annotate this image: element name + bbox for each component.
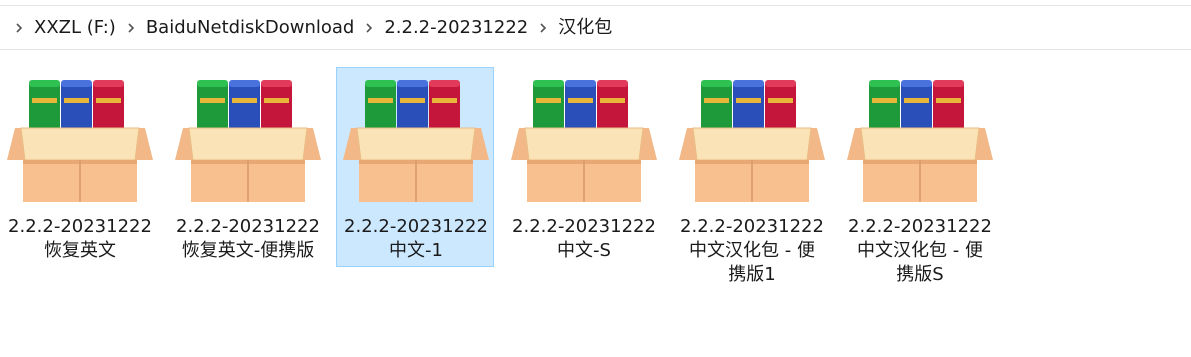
breadcrumb-item-download[interactable]: BaiduNetdiskDownload [142, 18, 359, 37]
archive-box-with-books-icon [175, 78, 321, 202]
archive-box-with-books-icon [343, 78, 489, 202]
file-name-line: 恢复英文-便携版 [181, 240, 315, 261]
file-name-label: 2.2.2-20231222 中文-1 [337, 215, 495, 263]
breadcrumb-item-drive[interactable]: XXZL (F:) [30, 18, 120, 37]
address-breadcrumb: XXZL (F:) BaiduNetdiskDownload 2.2.2-202… [0, 5, 1191, 50]
file-name-line: 中文-1 [389, 240, 443, 261]
file-item[interactable]: 2.2.2-20231222 中文-1 [336, 67, 494, 267]
file-name-line: 携版1 [728, 264, 776, 285]
file-name-line: 携版S [896, 264, 944, 285]
breadcrumb-item-version[interactable]: 2.2.2-20231222 [380, 18, 532, 37]
file-name-line: 恢复英文 [44, 240, 116, 261]
archive-box-with-books-icon [7, 78, 153, 202]
file-name-line: 中文-S [557, 240, 611, 261]
file-name-line: 2.2.2-20231222 [680, 216, 824, 237]
file-name-line: 2.2.2-20231222 [344, 216, 488, 237]
file-name-label: 2.2.2-20231222 恢复英文-便携版 [169, 215, 327, 263]
file-name-label: 2.2.2-20231222 中文汉化包 - 便携版S [841, 215, 999, 287]
chevron-right-icon[interactable] [532, 17, 554, 39]
file-item[interactable]: 2.2.2-20231222 恢复英文 [0, 67, 158, 267]
file-name-line: 中文汉化包 - 便 [689, 240, 815, 261]
archive-box-with-books-icon [511, 78, 657, 202]
file-item[interactable]: 2.2.2-20231222 中文-S [504, 67, 662, 267]
chevron-right-icon[interactable] [8, 17, 30, 39]
breadcrumb-item-current[interactable]: 汉化包 [554, 18, 616, 37]
file-item[interactable]: 2.2.2-20231222 中文汉化包 - 便携版1 [672, 67, 830, 285]
file-name-label: 2.2.2-20231222 中文汉化包 - 便携版1 [673, 215, 831, 287]
file-name-line: 2.2.2-20231222 [512, 216, 656, 237]
file-name-line: 2.2.2-20231222 [176, 216, 320, 237]
file-name-line: 2.2.2-20231222 [8, 216, 152, 237]
archive-box-with-books-icon [679, 78, 825, 202]
file-item[interactable]: 2.2.2-20231222 中文汉化包 - 便携版S [840, 67, 998, 285]
file-name-label: 2.2.2-20231222 恢复英文 [1, 215, 159, 263]
file-name-label: 2.2.2-20231222 中文-S [505, 215, 663, 263]
archive-box-with-books-icon [847, 78, 993, 202]
file-name-line: 2.2.2-20231222 [848, 216, 992, 237]
file-item[interactable]: 2.2.2-20231222 恢复英文-便携版 [168, 67, 326, 267]
file-grid: 2.2.2-20231222 恢复英文 2.2.2-20231222 恢复英文-便携… [0, 67, 1191, 357]
chevron-right-icon[interactable] [120, 17, 142, 39]
chevron-right-icon[interactable] [358, 17, 380, 39]
file-name-line: 中文汉化包 - 便 [857, 240, 983, 261]
